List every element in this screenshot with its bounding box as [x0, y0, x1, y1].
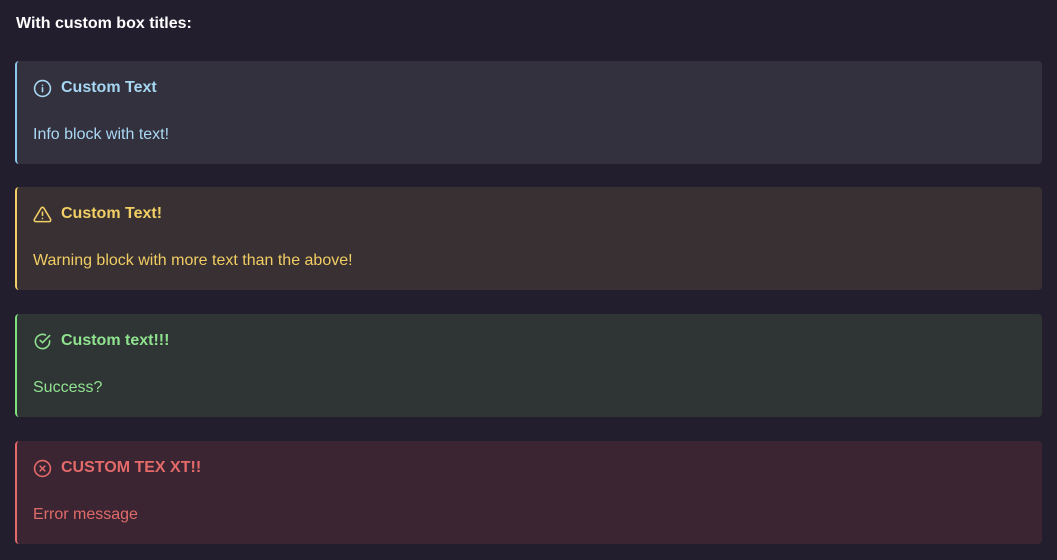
callout-title: CUSTOM TEX XT!! [61, 459, 202, 476]
callout-title-row: Custom text!!! [33, 331, 169, 351]
warning-callout: Custom Text! Warning block with more tex… [15, 187, 1042, 290]
section-heading: With custom box titles: [16, 15, 192, 32]
info-circle-icon [33, 79, 52, 98]
check-circle-icon [33, 332, 52, 351]
callout-title: Custom Text [61, 79, 157, 96]
x-circle-icon [33, 459, 52, 478]
page: With custom box titles: Custom Text Info… [0, 0, 1057, 560]
callout-title-row: CUSTOM TEX XT!! [33, 458, 201, 478]
error-callout: CUSTOM TEX XT!! Error message [15, 441, 1042, 544]
callout-body: Success? [33, 379, 103, 396]
callout-title: Custom text!!! [61, 332, 170, 349]
callout-body: Info block with text! [33, 126, 170, 143]
success-callout: Custom text!!! Success? [15, 314, 1042, 417]
callout-body: Error message [33, 506, 138, 523]
callout-title: Custom Text! [61, 205, 163, 222]
callout-body: Warning block with more text than the ab… [33, 252, 353, 269]
callout-title-row: Custom Text [33, 78, 157, 98]
info-callout: Custom Text Info block with text! [15, 61, 1042, 164]
callout-title-row: Custom Text! [33, 204, 162, 224]
warning-triangle-icon [33, 205, 52, 224]
